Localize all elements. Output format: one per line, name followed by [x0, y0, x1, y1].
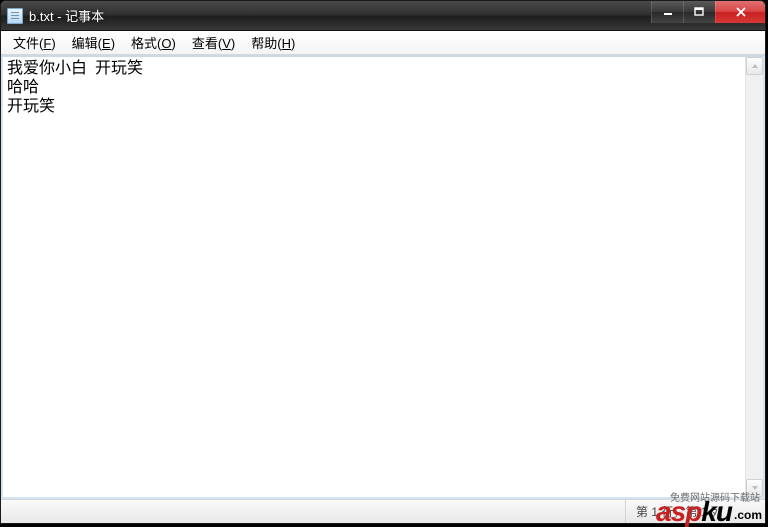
maximize-button[interactable]: [683, 1, 715, 23]
menubar: 文件(F) 编辑(E) 格式(O) 查看(V) 帮助(H): [1, 31, 765, 55]
menu-view[interactable]: 查看(V): [184, 31, 243, 54]
notepad-icon: [7, 8, 23, 24]
vertical-scrollbar[interactable]: [745, 57, 763, 497]
scroll-down-button[interactable]: [746, 479, 763, 497]
menu-format[interactable]: 格式(O): [123, 31, 184, 54]
scroll-track[interactable]: [746, 75, 763, 479]
maximize-icon: [694, 7, 705, 17]
status-position: 第 1 行，第 1 列: [625, 500, 765, 523]
window-title: b.txt - 记事本: [29, 6, 104, 25]
chevron-up-icon: [751, 63, 759, 69]
menu-file[interactable]: 文件(F): [5, 31, 64, 54]
minimize-icon: [663, 7, 673, 17]
window-controls: [651, 1, 765, 23]
menu-edit[interactable]: 编辑(E): [64, 31, 123, 54]
titlebar[interactable]: b.txt - 记事本: [1, 1, 765, 31]
text-editor[interactable]: 我爱你小白 开玩笑 哈哈 开玩笑: [3, 57, 745, 497]
scroll-up-button[interactable]: [746, 57, 763, 75]
statusbar: 第 1 行，第 1 列: [1, 499, 765, 523]
close-button[interactable]: [715, 1, 765, 23]
editor-container: 我爱你小白 开玩笑 哈哈 开玩笑: [1, 55, 765, 499]
minimize-button[interactable]: [651, 1, 683, 23]
notepad-window: b.txt - 记事本 文件(F) 编辑(E) 格式(O): [0, 0, 766, 524]
menu-help[interactable]: 帮助(H): [243, 31, 303, 54]
close-icon: [735, 7, 747, 17]
chevron-down-icon: [751, 485, 759, 491]
